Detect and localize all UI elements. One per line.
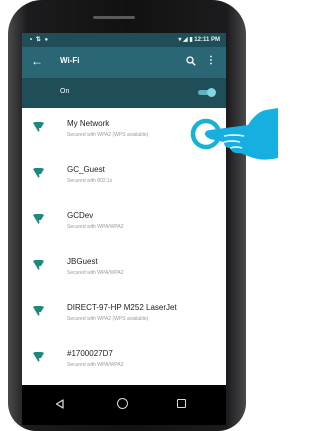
navigation-bar <box>22 385 226 425</box>
pointing-hand-icon <box>190 108 278 160</box>
network-item[interactable]: #1700027D7 Secured with WPA/WPA2 <box>22 338 226 384</box>
network-name: GC_Guest <box>67 165 105 174</box>
phone-screen: • ⇅ ● ▾ ◢ ▮ 12:11 PM ← Wi-Fi ⋮ On My Net… <box>22 33 226 385</box>
status-clock: ▾ ◢ ▮ 12:11 PM <box>178 37 220 43</box>
network-security: Secured with WPA/WPA2 <box>67 362 124 368</box>
nav-recent-apps-icon[interactable] <box>177 399 186 408</box>
status-bar: • ⇅ ● ▾ ◢ ▮ 12:11 PM <box>22 33 226 47</box>
search-icon[interactable] <box>186 56 196 66</box>
status-icons-left: • ⇅ ● <box>30 37 50 43</box>
wifi-signal-icon <box>33 352 44 362</box>
wifi-toggle-label: On <box>60 88 70 95</box>
wifi-signal-icon <box>33 306 44 316</box>
network-name: GCDev <box>67 211 94 220</box>
network-security: Secured with WPA/WPA2 <box>67 224 124 230</box>
network-item[interactable]: DIRECT-97-HP M252 LaserJet Secured with … <box>22 292 226 338</box>
nav-home-icon[interactable] <box>117 398 128 409</box>
wifi-signal-icon <box>33 122 44 132</box>
network-name: JBGuest <box>67 257 98 266</box>
network-item[interactable]: GCDev Secured with WPA/WPA2 <box>22 200 226 246</box>
page-title: Wi-Fi <box>60 56 80 65</box>
network-name: #1700027D7 <box>67 349 113 358</box>
speaker-grille <box>93 16 135 19</box>
network-security: Secured with 802.1x <box>67 178 113 184</box>
network-item[interactable]: JBGuest Secured with WPA/WPA2 <box>22 246 226 292</box>
wifi-toggle-row[interactable]: On <box>22 78 226 108</box>
wifi-signal-icon <box>33 168 44 178</box>
network-security: Secured with WPA2 (WPS available) <box>67 316 149 322</box>
wifi-signal-icon <box>33 214 44 224</box>
back-arrow-icon[interactable]: ← <box>31 54 43 68</box>
stage: • ⇅ ● ▾ ◢ ▮ 12:11 PM ← Wi-Fi ⋮ On My Net… <box>0 0 278 431</box>
app-bar: ← Wi-Fi ⋮ <box>22 47 226 78</box>
wifi-signal-icon <box>33 260 44 270</box>
network-security: Secured with WPA/WPA2 <box>67 270 124 276</box>
wifi-toggle-switch[interactable] <box>196 88 216 97</box>
nav-back-icon[interactable] <box>55 399 64 409</box>
network-name: My Network <box>67 119 110 128</box>
more-vertical-icon[interactable]: ⋮ <box>206 55 216 67</box>
network-security: Secured with WPA2 (WPS available) <box>67 132 149 138</box>
network-name: DIRECT-97-HP M252 LaserJet <box>67 303 177 312</box>
toggle-knob <box>207 88 216 97</box>
